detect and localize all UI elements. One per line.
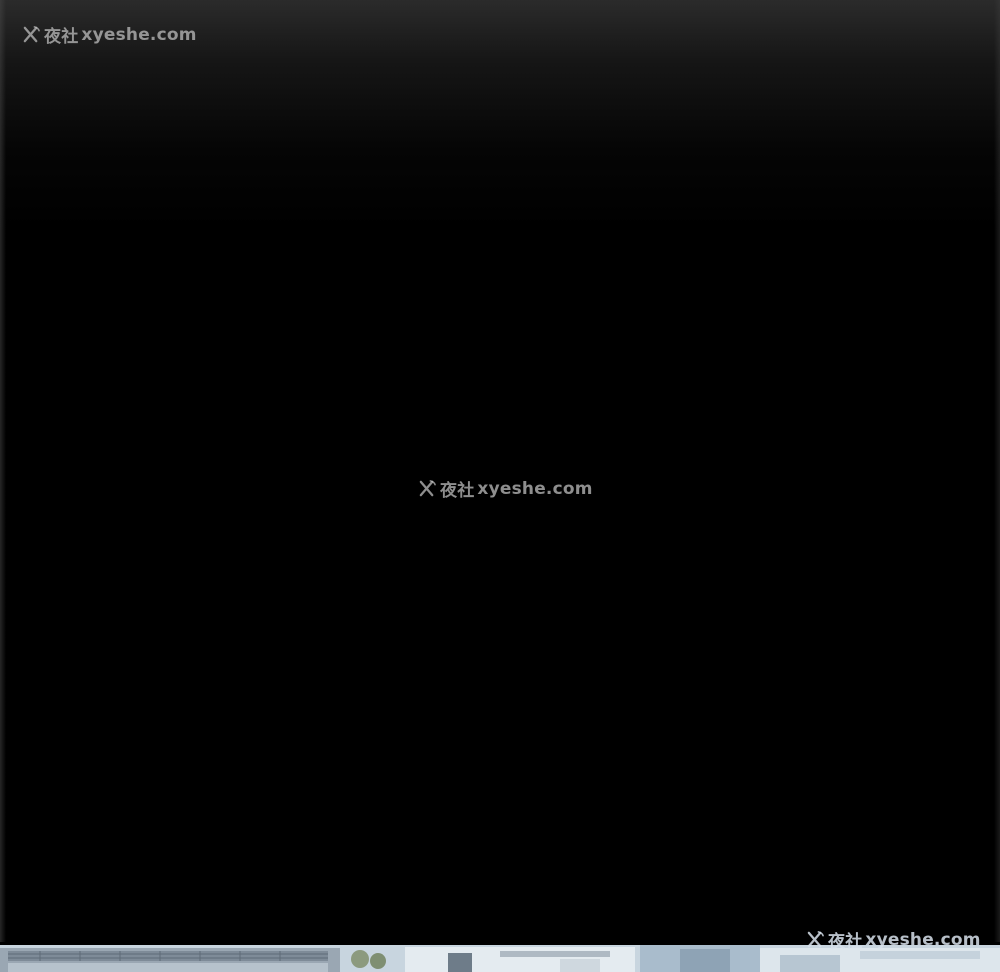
- x-logo-icon: [419, 480, 436, 497]
- comic-panel: 夜社 xyeshe.com 夜社 xyeshe.com 夜社 xyeshe.co…: [0, 0, 1000, 972]
- watermark-brand: 夜社: [440, 481, 475, 501]
- watermark-center: 夜社 xyeshe.com: [418, 476, 593, 501]
- panel-right-edge: [994, 0, 1000, 942]
- x-logo-icon: [807, 931, 824, 948]
- panel-left-edge: [0, 0, 6, 942]
- watermark-domain: xyeshe.com: [477, 478, 593, 499]
- watermark-brand: 夜社: [44, 27, 79, 47]
- watermark-domain: xyeshe.com: [81, 24, 197, 45]
- watermark-bottom: 夜社 xyeshe.com: [806, 927, 981, 952]
- watermark-brand: 夜社: [828, 932, 863, 952]
- x-logo-icon: [23, 26, 40, 43]
- watermark-top: 夜社 xyeshe.com: [22, 22, 197, 47]
- watermark-domain: xyeshe.com: [865, 929, 981, 950]
